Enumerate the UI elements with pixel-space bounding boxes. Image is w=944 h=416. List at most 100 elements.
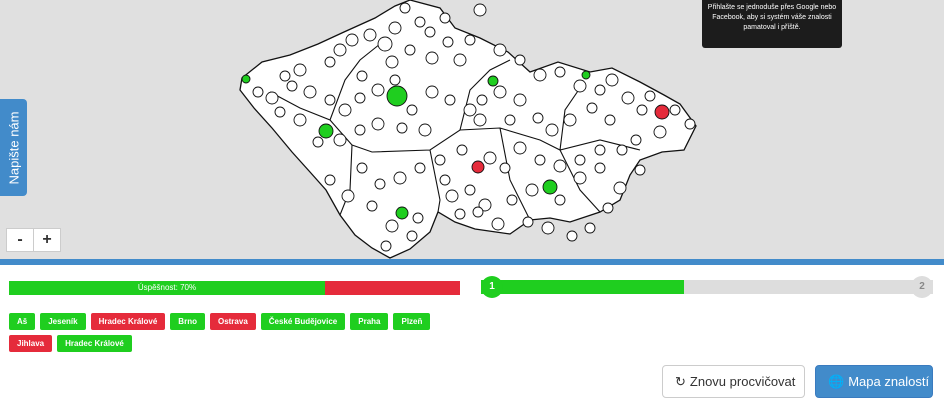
city-marker[interactable] <box>356 162 368 174</box>
city-marker[interactable] <box>444 94 456 106</box>
city-marker[interactable] <box>442 36 454 48</box>
city-marker[interactable] <box>604 114 616 126</box>
city-marker[interactable] <box>684 118 696 130</box>
city-marker[interactable] <box>279 70 291 82</box>
city-marker[interactable] <box>553 159 567 173</box>
city-marker[interactable] <box>630 134 642 146</box>
city-marker[interactable] <box>574 154 586 166</box>
city-marker-correct[interactable] <box>581 70 591 80</box>
city-marker[interactable] <box>541 221 555 235</box>
city-marker[interactable] <box>621 91 635 105</box>
city-marker[interactable] <box>453 53 467 67</box>
city-marker[interactable] <box>513 93 527 107</box>
city-marker[interactable] <box>425 85 439 99</box>
city-marker[interactable] <box>472 206 484 218</box>
city-marker[interactable] <box>312 136 324 148</box>
city-marker[interactable] <box>385 55 399 69</box>
city-marker[interactable] <box>424 26 436 38</box>
city-marker[interactable] <box>634 164 646 176</box>
answer-tag[interactable]: Plzeň <box>393 313 431 330</box>
zoom-out-button[interactable]: - <box>6 228 34 252</box>
city-marker[interactable] <box>374 178 386 190</box>
city-marker-correct[interactable] <box>395 206 409 220</box>
city-marker-correct[interactable] <box>318 123 334 139</box>
city-marker[interactable] <box>274 106 286 118</box>
city-marker[interactable] <box>366 200 378 212</box>
city-marker[interactable] <box>594 144 606 156</box>
city-marker[interactable] <box>473 113 487 127</box>
city-marker[interactable] <box>533 68 547 82</box>
city-marker[interactable] <box>363 28 377 42</box>
city-marker[interactable] <box>414 16 426 28</box>
city-marker[interactable] <box>554 66 566 78</box>
city-marker[interactable] <box>464 34 476 46</box>
city-marker-correct[interactable] <box>386 85 408 107</box>
answer-tag[interactable]: Jihlava <box>9 335 53 352</box>
city-marker[interactable] <box>371 83 385 97</box>
city-marker[interactable] <box>439 12 451 24</box>
city-marker[interactable] <box>324 174 336 186</box>
city-marker[interactable] <box>439 174 451 186</box>
city-marker[interactable] <box>476 94 488 106</box>
answer-tag[interactable]: Brno <box>170 313 205 330</box>
city-marker-wrong[interactable] <box>654 104 670 120</box>
city-marker[interactable] <box>324 94 336 106</box>
feedback-tab-button[interactable]: Napište nám <box>0 99 27 196</box>
knowledge-map-button[interactable]: 🌐 Mapa znalostí <box>815 365 933 398</box>
city-marker[interactable] <box>333 43 347 57</box>
answer-tag[interactable]: Hradec Králové <box>90 313 166 330</box>
city-marker[interactable] <box>293 113 307 127</box>
city-marker[interactable] <box>393 171 407 185</box>
city-marker[interactable] <box>434 154 446 166</box>
city-marker[interactable] <box>513 141 527 155</box>
city-marker[interactable] <box>380 240 392 252</box>
city-marker[interactable] <box>532 112 544 124</box>
city-marker[interactable] <box>252 86 264 98</box>
city-marker[interactable] <box>371 117 385 131</box>
city-marker[interactable] <box>616 144 628 156</box>
city-marker[interactable] <box>534 154 546 166</box>
city-marker[interactable] <box>545 123 559 137</box>
city-marker[interactable] <box>491 217 505 231</box>
city-marker[interactable] <box>445 189 459 203</box>
city-marker[interactable] <box>265 91 279 105</box>
city-marker[interactable] <box>293 63 307 77</box>
city-marker[interactable] <box>644 90 656 102</box>
answer-tag[interactable]: Jeseník <box>40 313 86 330</box>
city-marker[interactable] <box>522 216 534 228</box>
city-marker[interactable] <box>338 103 352 117</box>
city-marker-correct[interactable] <box>241 74 251 84</box>
city-marker[interactable] <box>573 79 587 93</box>
zoom-in-button[interactable]: + <box>34 228 61 252</box>
city-marker[interactable] <box>483 151 497 165</box>
answer-tag[interactable]: Ostrava <box>209 313 256 330</box>
city-marker[interactable] <box>345 33 359 47</box>
city-marker[interactable] <box>454 208 466 220</box>
city-marker[interactable] <box>425 51 439 65</box>
answer-tag[interactable]: Hradec Králové <box>57 335 132 352</box>
city-marker[interactable] <box>514 54 526 66</box>
city-marker[interactable] <box>324 56 336 68</box>
city-marker[interactable] <box>377 36 393 52</box>
city-marker[interactable] <box>354 124 366 136</box>
city-marker[interactable] <box>586 102 598 114</box>
city-marker[interactable] <box>493 43 507 57</box>
city-marker[interactable] <box>412 212 424 224</box>
city-marker[interactable] <box>594 84 606 96</box>
city-marker[interactable] <box>389 74 401 86</box>
city-marker[interactable] <box>333 133 347 147</box>
city-marker-correct[interactable] <box>542 179 558 195</box>
city-marker[interactable] <box>653 125 667 139</box>
city-marker[interactable] <box>341 189 355 203</box>
city-marker[interactable] <box>406 104 418 116</box>
city-marker[interactable] <box>356 70 368 82</box>
city-marker-correct[interactable] <box>487 75 499 87</box>
city-marker[interactable] <box>463 103 477 117</box>
city-marker[interactable] <box>669 104 681 116</box>
city-marker[interactable] <box>506 194 518 206</box>
city-marker[interactable] <box>388 21 402 35</box>
city-marker[interactable] <box>456 144 468 156</box>
answer-tag[interactable]: Aš <box>9 313 36 330</box>
city-marker[interactable] <box>418 123 432 137</box>
city-marker[interactable] <box>385 219 399 233</box>
